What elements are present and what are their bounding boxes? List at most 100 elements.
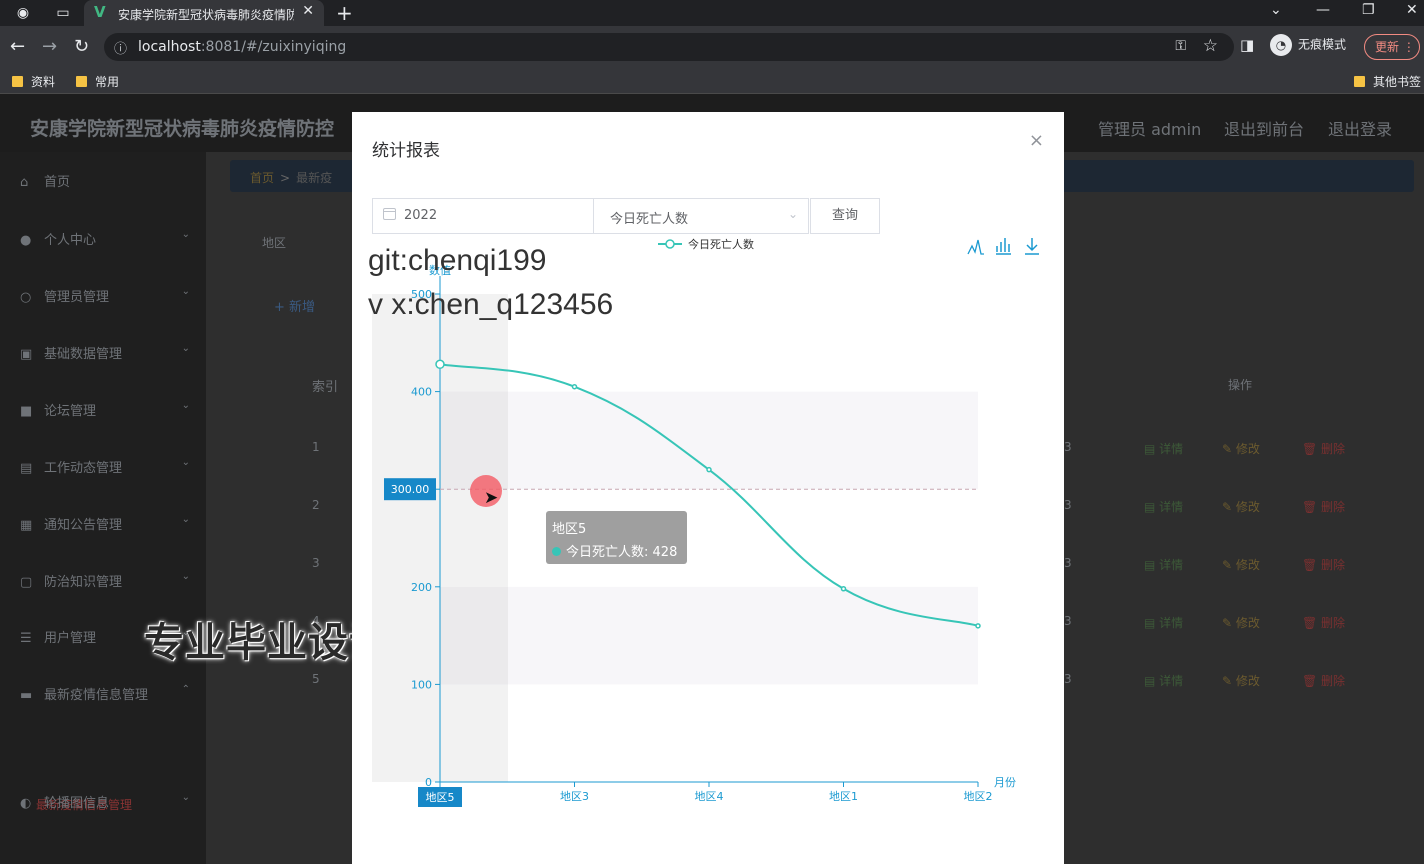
tab-search-icon[interactable]: ⌄ [1270,2,1282,18]
legend-marker [665,239,675,249]
back-to-front-link[interactable]: 退出到前台 [1224,116,1304,140]
row-index: 2 [312,498,320,512]
other-bookmarks[interactable]: 其他书签 [1354,73,1421,90]
data-icon: ▣ [20,347,33,362]
x-axis-title: 月份 [994,776,1016,789]
add-label: 新增 [289,300,316,315]
sidebar-item-label: 轮播图信息 [44,796,110,811]
url-bar[interactable]: ⓘ localhost:8081/#/zuixinyiqing ⚿ ☆ [104,33,1234,61]
admin-icon: ○ [20,290,32,305]
home-icon: ⌂ [20,175,29,190]
sidebar-item-forum[interactable]: ■ 论坛管理 ⌄ [20,400,190,419]
edit-button[interactable]: ✎ 修改 [1222,672,1260,689]
sidebar-item-profile[interactable]: ● 个人中心 ⌄ [20,229,190,248]
delete-button[interactable]: 🗑 删除 [1302,498,1345,515]
logout-link[interactable]: 退出登录 [1328,116,1392,140]
folder-icon [76,76,87,87]
data-point [840,586,847,592]
sidebar-item-label: 最新疫情信息管理 [44,688,149,703]
sidebar-item-epidemic[interactable]: ▬ 最新疫情信息管理 ⌃ [20,684,190,703]
tab-close-icon[interactable]: ✕ [302,3,314,19]
delete-button[interactable]: 🗑 删除 [1302,672,1345,689]
back-icon[interactable]: ← [10,36,25,57]
col-ops-header: 操作 [1228,378,1253,392]
detail-button[interactable]: ▤ 详情 [1144,672,1183,689]
update-button[interactable]: 更新 ⋮ [1364,34,1420,60]
series-dot-icon [552,547,561,556]
folder-icon [1354,76,1365,87]
sidepanel-icon[interactable]: ◨ [1240,36,1254,54]
detail-button[interactable]: ▤ 详情 [1144,498,1183,515]
password-key-icon[interactable]: ⚿ [1175,38,1186,54]
sidebar-item-label: 基础数据管理 [44,347,123,362]
browser-menu-icon[interactable]: ◉ [14,4,32,22]
reload-icon[interactable]: ↻ [74,36,89,57]
chevron-down-icon: ⌄ [181,286,190,297]
detail-button[interactable]: ▤ 详情 [1144,614,1183,631]
chevron-down-icon: ⌄ [181,400,190,411]
legend-label: 今日死亡人数 [688,237,754,251]
chevron-down-icon: ⌄ [181,457,190,468]
incognito-indicator[interactable]: ◔ 无痕模式 [1270,34,1346,60]
tooltip-title: 地区5 [552,522,587,537]
breadcrumb-current: 最新疫 [296,171,333,185]
folder-icon [12,76,23,87]
watermark-line1: git:chenqi199 [368,244,547,277]
data-point [706,466,712,473]
minimize-icon[interactable]: — [1316,2,1330,18]
bookmark-label: 常用 [95,75,120,89]
sidebar-item-label: 论坛管理 [44,404,97,419]
sidebar-item-label: 通知公告管理 [44,518,123,533]
browser-tab[interactable]: V 安康学院新型冠状病毒肺炎疫情防控 ✕ [84,0,324,26]
delete-button[interactable]: 🗑 删除 [1302,440,1345,457]
sidebar-item-notice[interactable]: ▦ 通知公告管理 ⌄ [20,514,190,533]
region-filter-label[interactable]: 地区 [262,234,286,251]
x-tick-label: 地区4 [695,790,724,803]
window-close-icon[interactable]: ✕ [1406,2,1418,18]
sidebar-item-knowledge[interactable]: ▢ 防治知识管理 ⌄ [20,571,190,590]
forward-icon[interactable]: → [42,36,57,57]
delete-button[interactable]: 🗑 删除 [1302,556,1345,573]
vue-logo-icon: V [94,3,106,21]
row-cell: 3 [1064,614,1072,628]
sidebar-item-basedata[interactable]: ▣ 基础数据管理 ⌄ [20,343,190,362]
edit-button[interactable]: ✎ 修改 [1222,614,1260,631]
sidebar-item-home[interactable]: ⌂ 首页 [20,171,190,190]
close-icon[interactable]: × [1029,130,1044,151]
sidebar-item-label: 个人中心 [44,233,97,248]
sidebar-item-carousel[interactable]: ◐ 轮播图信息 ⌄ [20,792,190,811]
data-point [571,383,578,390]
add-button[interactable]: + 新增 [274,296,315,315]
sidebar-item-label: 用户管理 [44,631,97,646]
detail-button[interactable]: ▤ 详情 [1144,556,1183,573]
row-cell: 3 [1064,672,1072,686]
incognito-icon: ◔ [1270,34,1292,56]
edit-button[interactable]: ✎ 修改 [1222,440,1260,457]
chevron-down-icon: ⌄ [181,514,190,525]
bookmark-label: 其他书签 [1373,75,1422,89]
new-tab-icon[interactable]: + [336,1,353,25]
y-axis-pointer-label: 300.00 [391,483,430,496]
row-cell: 3 [1064,556,1072,570]
bookmark-star-icon[interactable]: ☆ [1203,36,1218,56]
data-point [975,623,981,629]
col-index-header: 索引 [312,380,339,395]
row-cell: 3 [1064,498,1072,512]
bar-chart-icon [996,238,1011,255]
site-info-icon[interactable]: ⓘ [114,38,127,57]
sidebar-item-work[interactable]: ▤ 工作动态管理 ⌄ [20,457,190,476]
chevron-down-icon: ⌄ [787,207,798,221]
breadcrumb-home[interactable]: 首页 [250,171,274,185]
delete-button[interactable]: 🗑 删除 [1302,614,1345,631]
bookmark-folder[interactable]: 常用 [76,73,119,90]
window-icon[interactable]: ▭ [54,4,72,22]
edit-button[interactable]: ✎ 修改 [1222,498,1260,515]
restore-icon[interactable]: ❐ [1362,2,1375,18]
bookmark-folder[interactable]: 资料 [12,73,55,90]
y-tick-label: 100 [411,678,432,691]
edit-button[interactable]: ✎ 修改 [1222,556,1260,573]
year-value: 2022 [404,208,438,223]
row-cell: 3 [1064,440,1072,454]
sidebar-item-admins[interactable]: ○ 管理员管理 ⌄ [20,286,190,305]
detail-button[interactable]: ▤ 详情 [1144,440,1183,457]
